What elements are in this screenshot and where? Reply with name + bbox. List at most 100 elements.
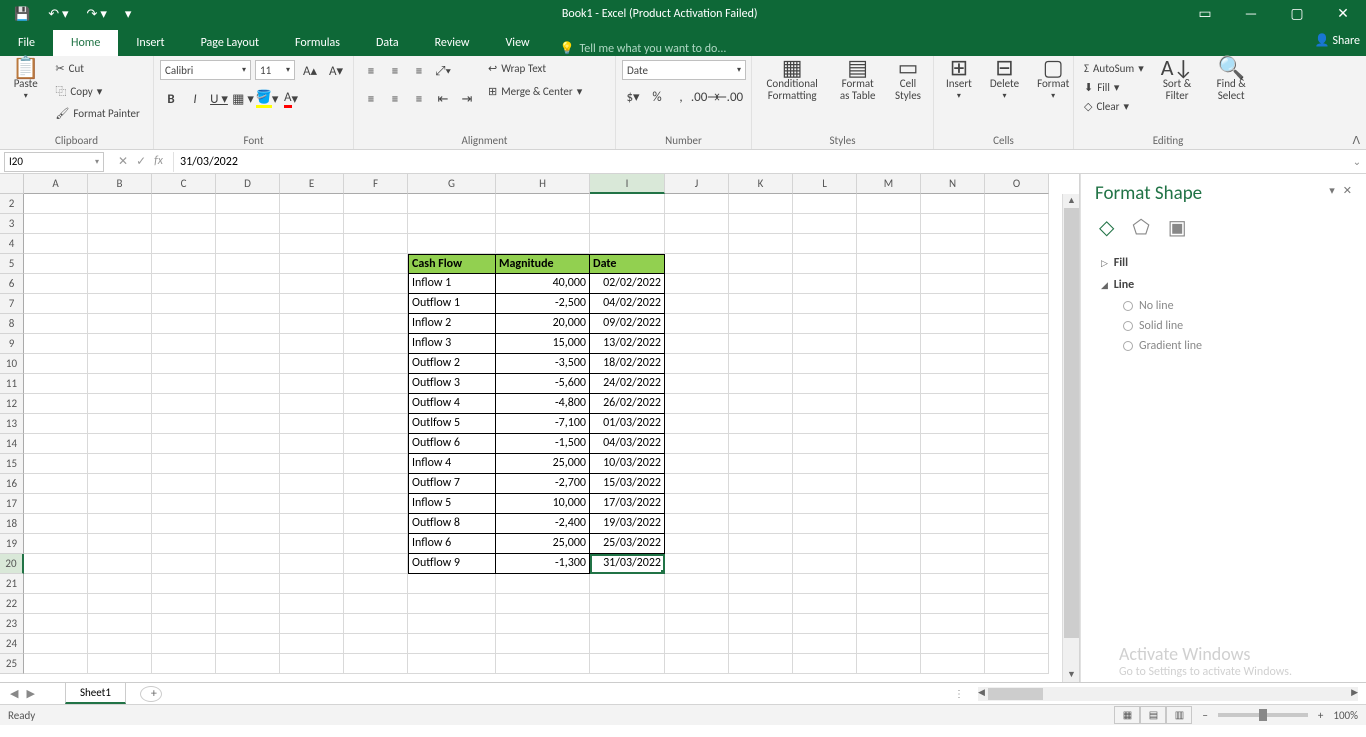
page-layout-view-button[interactable]: ▤ <box>1140 706 1166 724</box>
cell-H24[interactable] <box>496 634 590 654</box>
qat-more-icon[interactable]: ▾ <box>119 5 138 24</box>
fill-line-tab-icon[interactable]: ◇ <box>1099 215 1114 240</box>
cell-A15[interactable] <box>24 454 88 474</box>
cell-L11[interactable] <box>793 374 857 394</box>
cell-K13[interactable] <box>729 414 793 434</box>
vertical-scrollbar[interactable]: ▲ ▼ <box>1062 194 1079 682</box>
cell-C25[interactable] <box>152 654 216 674</box>
cell-H16[interactable]: -2,700 <box>496 474 590 494</box>
cell-J9[interactable] <box>665 334 729 354</box>
row-header-23[interactable]: 23 <box>0 614 24 634</box>
cell-D14[interactable] <box>216 434 280 454</box>
cell-G20[interactable]: Outflow 9 <box>408 554 496 574</box>
cell-E2[interactable] <box>280 194 344 214</box>
cell-L3[interactable] <box>793 214 857 234</box>
cell-J12[interactable] <box>665 394 729 414</box>
cell-B23[interactable] <box>88 614 152 634</box>
cell-A7[interactable] <box>24 294 88 314</box>
cell-F17[interactable] <box>344 494 408 514</box>
cell-A6[interactable] <box>24 274 88 294</box>
cell-G6[interactable]: Inflow 1 <box>408 274 496 294</box>
cell-G24[interactable] <box>408 634 496 654</box>
horizontal-scrollbar[interactable]: ◀ ▶ <box>978 687 1358 701</box>
cell-F8[interactable] <box>344 314 408 334</box>
cell-O3[interactable] <box>985 214 1049 234</box>
cell-G22[interactable] <box>408 594 496 614</box>
cell-I18[interactable]: 19/03/2022 <box>590 514 665 534</box>
cell-G2[interactable] <box>408 194 496 214</box>
cell-F12[interactable] <box>344 394 408 414</box>
cell-J2[interactable] <box>665 194 729 214</box>
cell-H15[interactable]: 25,000 <box>496 454 590 474</box>
tab-review[interactable]: Review <box>417 30 488 56</box>
cell-L8[interactable] <box>793 314 857 334</box>
cell-E5[interactable] <box>280 254 344 274</box>
cell-A14[interactable] <box>24 434 88 454</box>
cell-L13[interactable] <box>793 414 857 434</box>
row-header-12[interactable]: 12 <box>0 394 24 414</box>
cell-O14[interactable] <box>985 434 1049 454</box>
cell-F2[interactable] <box>344 194 408 214</box>
cell-F9[interactable] <box>344 334 408 354</box>
copy-button[interactable]: ⿻Copy ▾ <box>51 81 143 101</box>
cell-F21[interactable] <box>344 574 408 594</box>
underline-button[interactable]: U ▾ <box>208 88 230 110</box>
cell-F22[interactable] <box>344 594 408 614</box>
autosum-button[interactable]: ΣAutoSum ▾ <box>1080 60 1148 77</box>
cell-I20[interactable]: 31/03/2022 <box>590 554 665 574</box>
cell-A10[interactable] <box>24 354 88 374</box>
cell-E22[interactable] <box>280 594 344 614</box>
cell-H8[interactable]: 20,000 <box>496 314 590 334</box>
cell-E17[interactable] <box>280 494 344 514</box>
cell-A19[interactable] <box>24 534 88 554</box>
cell-B17[interactable] <box>88 494 152 514</box>
cell-M24[interactable] <box>857 634 921 654</box>
cell-B7[interactable] <box>88 294 152 314</box>
cell-C21[interactable] <box>152 574 216 594</box>
cell-L4[interactable] <box>793 234 857 254</box>
cell-C9[interactable] <box>152 334 216 354</box>
cell-A13[interactable] <box>24 414 88 434</box>
cell-A8[interactable] <box>24 314 88 334</box>
cell-L21[interactable] <box>793 574 857 594</box>
cell-C3[interactable] <box>152 214 216 234</box>
cell-M19[interactable] <box>857 534 921 554</box>
cell-M5[interactable] <box>857 254 921 274</box>
cell-F19[interactable] <box>344 534 408 554</box>
cell-M4[interactable] <box>857 234 921 254</box>
row-header-2[interactable]: 2 <box>0 194 24 214</box>
cell-D11[interactable] <box>216 374 280 394</box>
cell-D15[interactable] <box>216 454 280 474</box>
cell-C2[interactable] <box>152 194 216 214</box>
cell-F6[interactable] <box>344 274 408 294</box>
cell-M17[interactable] <box>857 494 921 514</box>
cell-C5[interactable] <box>152 254 216 274</box>
cell-K16[interactable] <box>729 474 793 494</box>
page-break-view-button[interactable]: ▥ <box>1166 706 1192 724</box>
cell-O19[interactable] <box>985 534 1049 554</box>
cell-J3[interactable] <box>665 214 729 234</box>
format-as-table-button[interactable]: ▤Format as Table <box>832 60 883 104</box>
cell-B11[interactable] <box>88 374 152 394</box>
indent-dec-icon[interactable]: ⇤ <box>432 88 454 110</box>
cell-N2[interactable] <box>921 194 985 214</box>
row-header-4[interactable]: 4 <box>0 234 24 254</box>
cell-F3[interactable] <box>344 214 408 234</box>
cell-O7[interactable] <box>985 294 1049 314</box>
fill-button[interactable]: ⬇Fill ▾ <box>1080 79 1148 96</box>
merge-center-button[interactable]: ⊞Merge & Center ▾ <box>484 83 586 100</box>
cell-E25[interactable] <box>280 654 344 674</box>
cell-H10[interactable]: -3,500 <box>496 354 590 374</box>
cell-I12[interactable]: 26/02/2022 <box>590 394 665 414</box>
tab-file[interactable]: File <box>0 30 53 56</box>
cell-J17[interactable] <box>665 494 729 514</box>
cell-O4[interactable] <box>985 234 1049 254</box>
align-top-icon[interactable]: ≡ <box>360 60 382 82</box>
cell-F14[interactable] <box>344 434 408 454</box>
cell-C6[interactable] <box>152 274 216 294</box>
row-header-8[interactable]: 8 <box>0 314 24 334</box>
cell-J22[interactable] <box>665 594 729 614</box>
cell-B13[interactable] <box>88 414 152 434</box>
cell-B3[interactable] <box>88 214 152 234</box>
cell-D17[interactable] <box>216 494 280 514</box>
